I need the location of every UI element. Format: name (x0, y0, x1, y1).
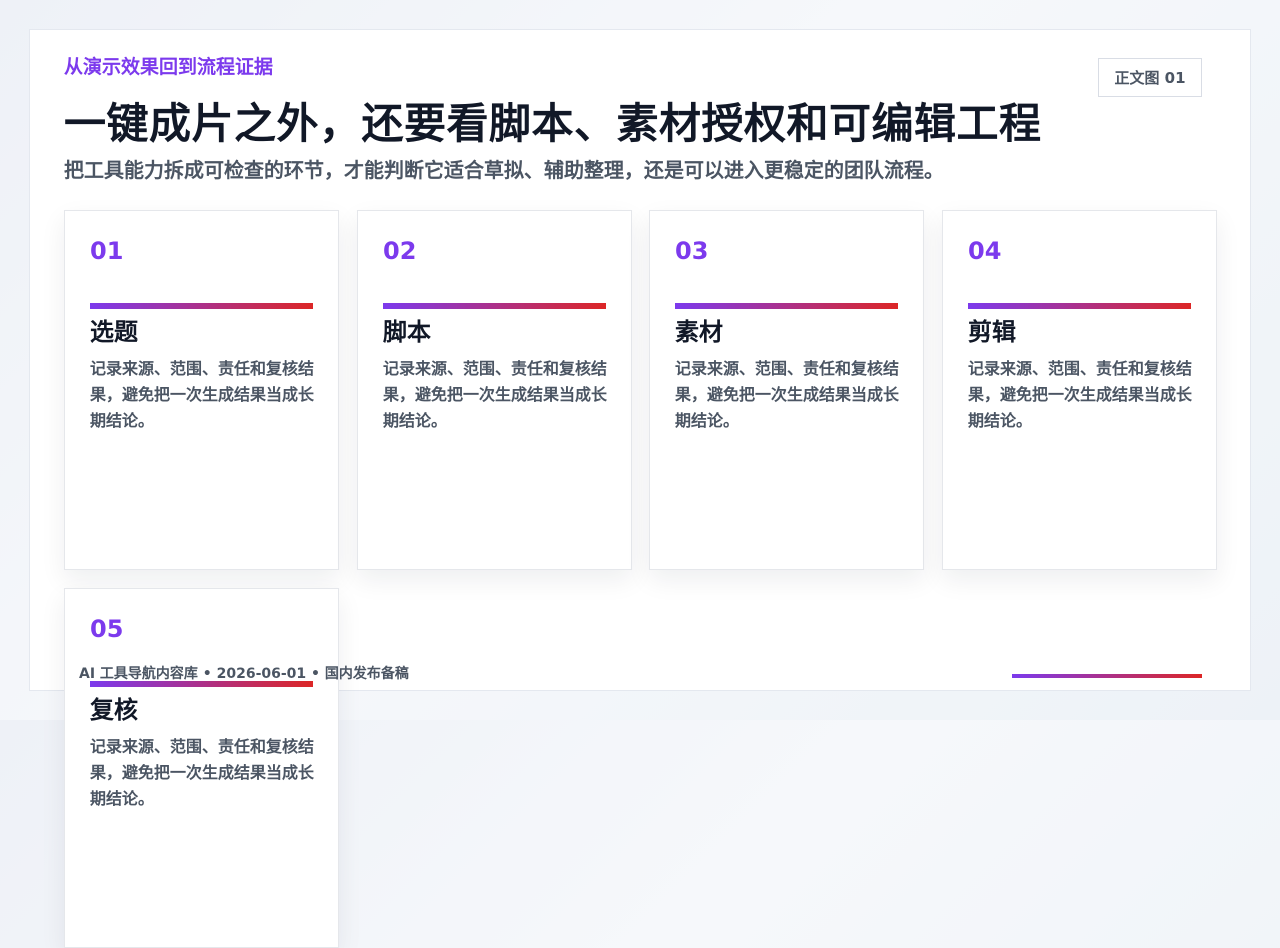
step-accent-bar (675, 303, 898, 309)
step-title: 脚本 (383, 318, 431, 346)
figure-badge: 正文图 01 (1098, 58, 1202, 97)
step-title: 素材 (675, 318, 723, 346)
step-card-5: 05 复核 记录来源、范围、责任和复核结果，避免把一次生成结果当成长期结论。 (64, 588, 339, 948)
step-accent-bar (968, 303, 1191, 309)
step-number: 03 (675, 237, 709, 265)
step-description: 记录来源、范围、责任和复核结果，避免把一次生成结果当成长期结论。 (968, 359, 1193, 430)
step-number: 01 (90, 237, 124, 265)
step-accent-bar (90, 303, 313, 309)
step-description: 记录来源、范围、责任和复核结果，避免把一次生成结果当成长期结论。 (383, 359, 608, 430)
step-number: 04 (968, 237, 1002, 265)
step-card-2: 02 脚本 记录来源、范围、责任和复核结果，避免把一次生成结果当成长期结论。 (357, 210, 632, 570)
step-card-4: 04 剪辑 记录来源、范围、责任和复核结果，避免把一次生成结果当成长期结论。 (942, 210, 1217, 570)
footer-caption: AI 工具导航内容库 • 2026-06-01 • 国内发布备稿 (79, 666, 409, 682)
step-title: 剪辑 (968, 318, 1016, 346)
eyebrow-label: 从演示效果回到流程证据 (64, 56, 274, 78)
step-number: 05 (90, 615, 124, 643)
step-description: 记录来源、范围、责任和复核结果，避免把一次生成结果当成长期结论。 (675, 359, 900, 430)
step-accent-bar (383, 303, 606, 309)
page-title: 一键成片之外，还要看脚本、素材授权和可编辑工程 (64, 99, 1042, 148)
step-description: 记录来源、范围、责任和复核结果，避免把一次生成结果当成长期结论。 (90, 359, 315, 430)
step-number: 02 (383, 237, 417, 265)
step-title: 选题 (90, 318, 138, 346)
page-subtitle: 把工具能力拆成可检查的环节，才能判断它适合草拟、辅助整理，还是可以进入更稳定的团… (64, 158, 944, 182)
step-card-3: 03 素材 记录来源、范围、责任和复核结果，避免把一次生成结果当成长期结论。 (649, 210, 924, 570)
step-description: 记录来源、范围、责任和复核结果，避免把一次生成结果当成长期结论。 (90, 737, 315, 808)
footer-accent-line (1012, 674, 1202, 678)
step-card-1: 01 选题 记录来源、范围、责任和复核结果，避免把一次生成结果当成长期结论。 (64, 210, 339, 570)
